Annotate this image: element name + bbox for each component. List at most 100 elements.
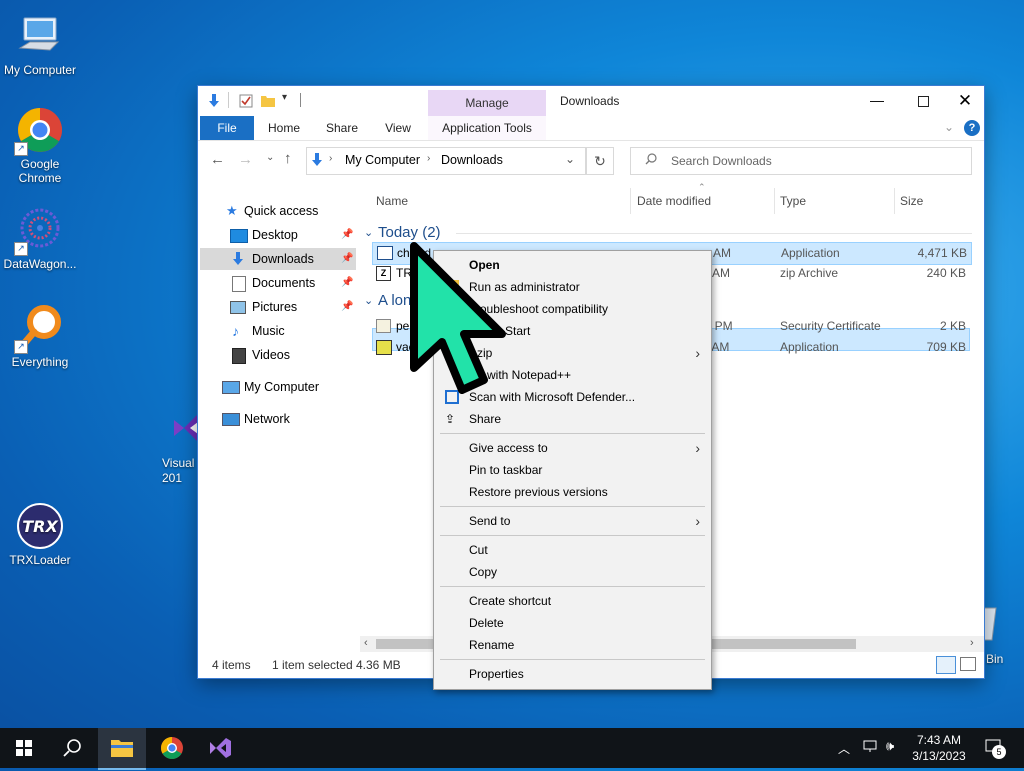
menu-item-delete[interactable]: Delete bbox=[435, 612, 710, 634]
nav-network[interactable]: Network bbox=[198, 408, 356, 430]
breadcrumb-downloads[interactable]: Downloads bbox=[441, 153, 503, 167]
menu-item-rename[interactable]: Rename bbox=[435, 634, 710, 656]
desktop-icon-everything[interactable]: ↗ Everything bbox=[0, 304, 80, 369]
chevron-right-icon: › bbox=[695, 345, 700, 361]
menu-item-properties[interactable]: Properties bbox=[435, 663, 710, 685]
desktop-icon-my-computer[interactable]: My Computer bbox=[0, 12, 80, 77]
nav-documents[interactable]: Documents 📌 bbox=[198, 272, 356, 294]
clock[interactable]: 7:43 AM 3/13/2023 bbox=[904, 732, 974, 764]
new-folder-icon[interactable] bbox=[260, 93, 276, 109]
column-header-type[interactable]: Type bbox=[780, 188, 806, 214]
desktop-icon-label: DataWagon... bbox=[3, 257, 77, 271]
mouse-cursor-icon bbox=[404, 240, 524, 400]
pin-icon[interactable]: 📌 bbox=[341, 296, 353, 318]
minimize-button[interactable]: — bbox=[854, 86, 900, 116]
refresh-button[interactable]: ↻ bbox=[586, 147, 614, 175]
desktop-icon-label: Everything bbox=[11, 355, 69, 369]
qat-divider-2 bbox=[300, 93, 301, 107]
menu-item-send-to[interactable]: Send to › bbox=[435, 510, 710, 532]
pin-icon[interactable]: 📌 bbox=[341, 272, 353, 294]
column-divider[interactable] bbox=[774, 188, 775, 214]
pin-icon[interactable]: 📌 bbox=[341, 224, 353, 246]
download-arrow-icon[interactable] bbox=[206, 93, 222, 109]
chevron-right-icon: › bbox=[329, 153, 333, 164]
address-row: ← → ⌄ ↑ › My Computer › Downloads ⌄ ↻ Se… bbox=[198, 140, 984, 182]
tab-application-tools[interactable]: Application Tools bbox=[428, 116, 546, 140]
star-icon: ★ bbox=[226, 203, 238, 218]
nav-music[interactable]: ♪ Music bbox=[198, 320, 356, 342]
up-button[interactable]: ↑ bbox=[284, 150, 292, 167]
column-header-name[interactable]: Name bbox=[376, 188, 408, 214]
download-arrow-icon bbox=[230, 251, 246, 267]
ribbon-expand-icon[interactable]: ⌄ bbox=[944, 120, 954, 134]
menu-item-restore-previous-versions[interactable]: Restore previous versions bbox=[435, 481, 710, 503]
address-dropdown-icon[interactable]: ⌄ bbox=[565, 152, 575, 166]
manage-tab-header[interactable]: Manage bbox=[428, 90, 546, 116]
notification-center-icon[interactable]: 5 bbox=[984, 738, 1006, 759]
computer-icon bbox=[16, 12, 64, 60]
application-icon bbox=[377, 246, 393, 260]
search-button[interactable] bbox=[48, 728, 96, 768]
tab-home[interactable]: Home bbox=[260, 116, 308, 140]
chevron-down-icon: ⌄ bbox=[364, 227, 374, 239]
volume-icon[interactable]: 🕪 bbox=[886, 738, 894, 754]
nav-my-computer[interactable]: My Computer bbox=[198, 376, 356, 398]
menu-item-copy[interactable]: Copy bbox=[435, 561, 710, 583]
title-bar: ▾ Manage Downloads — ✕ bbox=[198, 86, 984, 116]
nav-pictures[interactable]: Pictures 📌 bbox=[198, 296, 356, 318]
column-divider[interactable] bbox=[894, 188, 895, 214]
clock-date: 3/13/2023 bbox=[912, 749, 966, 763]
large-icons-view-icon[interactable] bbox=[960, 657, 976, 671]
desktop-icon-label: TRXLoader bbox=[9, 553, 71, 567]
menu-separator bbox=[440, 433, 705, 434]
menu-separator bbox=[440, 535, 705, 536]
menu-item-cut[interactable]: Cut bbox=[435, 539, 710, 561]
music-note-icon: ♪ bbox=[232, 323, 239, 339]
forward-button[interactable]: → bbox=[238, 151, 253, 168]
search-box[interactable]: Search Downloads bbox=[630, 147, 972, 175]
properties-check-icon[interactable] bbox=[238, 93, 254, 109]
recent-locations-icon[interactable]: ⌄ bbox=[266, 152, 274, 163]
desktop-icon-trxloader[interactable]: TRX TRXLoader bbox=[0, 502, 80, 567]
tab-view[interactable]: View bbox=[374, 116, 422, 140]
nav-videos[interactable]: Videos bbox=[198, 344, 356, 366]
close-button[interactable]: ✕ bbox=[946, 86, 984, 116]
column-header-size[interactable]: Size bbox=[900, 188, 923, 214]
breadcrumb-my-computer[interactable]: My Computer bbox=[345, 153, 420, 167]
back-button[interactable]: ← bbox=[210, 151, 225, 168]
column-divider[interactable] bbox=[630, 188, 631, 214]
tab-share[interactable]: Share bbox=[318, 116, 366, 140]
menu-item-pin-to-taskbar[interactable]: Pin to taskbar bbox=[435, 459, 710, 481]
scroll-left-icon[interactable]: ‹ bbox=[364, 637, 368, 649]
taskbar-file-explorer[interactable] bbox=[98, 728, 146, 770]
menu-separator bbox=[440, 506, 705, 507]
scroll-right-icon[interactable]: › bbox=[970, 637, 974, 649]
pin-icon[interactable]: 📌 bbox=[341, 248, 353, 270]
network-icon[interactable] bbox=[862, 739, 878, 753]
nav-downloads[interactable]: Downloads 📌 bbox=[200, 248, 356, 270]
tray-chevron-up-icon[interactable]: ︿ bbox=[838, 740, 850, 757]
desktop-icon-datawagon[interactable]: ↗ DataWagon... bbox=[0, 206, 80, 271]
desktop-icon bbox=[230, 229, 248, 243]
pictures-icon bbox=[230, 301, 246, 314]
taskbar-visual-studio[interactable] bbox=[196, 728, 244, 768]
menu-item-share[interactable]: ⇪ Share bbox=[435, 408, 710, 430]
help-icon[interactable]: ? bbox=[964, 120, 980, 136]
shortcut-arrow-icon: ↗ bbox=[14, 142, 28, 156]
details-view-icon[interactable] bbox=[936, 656, 956, 674]
maximize-button[interactable] bbox=[900, 86, 946, 116]
start-button[interactable] bbox=[0, 728, 48, 768]
nav-desktop[interactable]: Desktop 📌 bbox=[198, 224, 356, 246]
menu-item-create-shortcut[interactable]: Create shortcut bbox=[435, 590, 710, 612]
qat-dropdown-icon[interactable]: ▾ bbox=[282, 92, 287, 103]
menu-item-give-access-to[interactable]: Give access to › bbox=[435, 437, 710, 459]
search-icon bbox=[645, 153, 657, 165]
network-icon bbox=[222, 413, 240, 426]
tab-file[interactable]: File bbox=[200, 116, 254, 140]
taskbar-chrome[interactable] bbox=[148, 728, 196, 768]
shortcut-arrow-icon: ↗ bbox=[14, 242, 28, 256]
desktop-icon-google-chrome[interactable]: ↗ Google Chrome bbox=[0, 106, 80, 185]
address-bar[interactable]: › My Computer › Downloads ⌄ bbox=[306, 147, 586, 175]
nav-quick-access[interactable]: ★ Quick access bbox=[198, 200, 356, 222]
desktop-icon-label: Google Chrome bbox=[18, 157, 62, 185]
